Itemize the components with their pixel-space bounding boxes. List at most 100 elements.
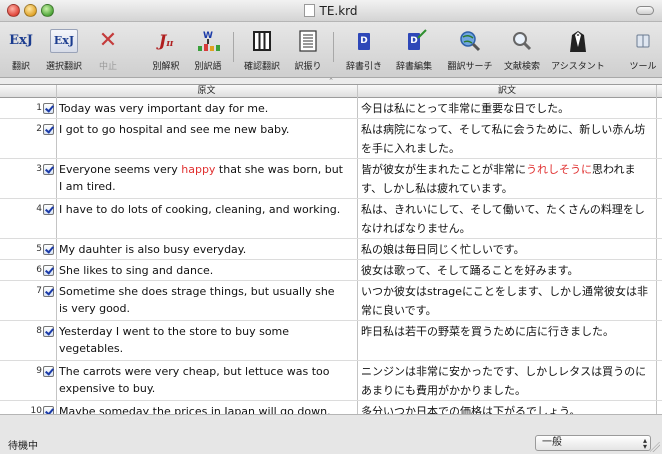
source-text[interactable]: Yesterday I went to the store to buy som… — [59, 323, 299, 357]
target-text[interactable]: 彼女は歌って、そして踊ることを好みます。 — [361, 261, 651, 280]
row-number: 6 — [36, 265, 42, 275]
confirm-columns-icon — [248, 29, 276, 53]
alt-interpretation-button[interactable]: Jɪɪ 別解釈 — [148, 24, 184, 74]
mode-select[interactable]: 一般 ▴ ▾ — [535, 435, 651, 451]
dictionary-lookup-button[interactable]: D 辞書引き — [346, 24, 382, 74]
dictionary-edit-button[interactable]: D 辞書編集 — [396, 24, 432, 74]
alt-word-button[interactable]: W 別訳語 — [190, 24, 226, 74]
split-view-button-label: 訳振り — [294, 62, 322, 72]
dictionary-book-icon: D — [350, 29, 378, 53]
source-text[interactable]: I got to go hospital and see me new baby… — [59, 121, 345, 138]
source-text[interactable]: I have to do lots of cooking, cleaning, … — [59, 201, 345, 218]
target-text[interactable]: 私は、きれいにして、そして働いて、たくさんの料理をしなければなりません。 — [361, 200, 651, 238]
alt-interpretation-icon: Jɪɪ — [158, 31, 174, 50]
row-number: 9 — [36, 366, 42, 376]
target-text[interactable]: 昨日私は若干の野菜を買うために店に行きました。 — [361, 322, 651, 341]
toolbar: ExJ 翻訳 ExJ 選択翻訳 ✕ 中止 Jɪɪ 別解釈 W 別訳語 確認翻訳 … — [0, 22, 662, 78]
table-row[interactable]: 6 She likes to sing and dance. 彼女は歌って、そし… — [0, 261, 662, 281]
app-window: TE.krd ExJ 翻訳 ExJ 選択翻訳 ✕ 中止 Jɪɪ 別解釈 W 別訳… — [0, 0, 662, 454]
row-checkbox[interactable] — [43, 265, 54, 276]
row-number: 1 — [36, 103, 42, 113]
confirm-translation-button[interactable]: 確認翻訳 — [244, 24, 280, 74]
target-text[interactable]: 皆が彼女が生まれたことが非常にうれしそうに思われます、しかし私は疲れています。 — [361, 160, 651, 198]
split-lines-icon — [294, 29, 322, 53]
alt-word-button-label: 別訳語 — [194, 62, 222, 72]
status-text: 待機中 — [8, 441, 38, 452]
tools-button[interactable]: ツール — [626, 24, 660, 74]
text-search-button-label: 文献検索 — [503, 62, 540, 72]
row-number: 5 — [36, 244, 42, 254]
table-row[interactable]: 2 I got to go hospital and see me new ba… — [0, 120, 662, 159]
tools-panel-icon — [629, 29, 657, 53]
row-checkbox[interactable] — [43, 366, 54, 377]
magnifier-icon — [508, 29, 536, 53]
row-checkbox[interactable] — [43, 244, 54, 255]
row-number: 3 — [36, 164, 42, 174]
translation-table: 原文 訳文 1 Today was very important day for… — [0, 84, 662, 414]
window-title-text: TE.krd — [319, 4, 358, 18]
row-number: 8 — [36, 326, 42, 336]
row-checkbox[interactable] — [43, 406, 54, 414]
target-text[interactable]: 今日は私にとって非常に重要な日でした。 — [361, 99, 651, 118]
table-row[interactable]: 10 Maybe someday the prices in Japan wil… — [0, 402, 662, 414]
source-text[interactable]: Maybe someday the prices in Japan will g… — [59, 403, 345, 414]
title-bar: TE.krd — [0, 0, 662, 22]
source-text[interactable]: The carrots were very cheap, but lettuce… — [59, 363, 345, 397]
resize-grip-icon[interactable] — [650, 442, 660, 452]
row-checkbox[interactable] — [43, 124, 54, 135]
table-row[interactable]: 1 Today was very important day for me. 今… — [0, 99, 662, 119]
row-number: 7 — [36, 286, 42, 296]
highlighted-word[interactable]: happy — [181, 163, 215, 176]
exj-select-translate-icon: ExJ — [50, 29, 78, 53]
target-text[interactable]: ニンジンは非常に安かったです、しかしレタスは買うのにあまりにも費用がかかりました… — [361, 362, 651, 400]
split-view-button[interactable]: 訳振り — [292, 24, 324, 74]
source-text[interactable]: Everyone seems very happy that she was b… — [59, 161, 345, 195]
column-header-target[interactable]: 訳文 — [358, 85, 656, 98]
stop-x-icon: ✕ — [98, 28, 118, 53]
row-checkbox[interactable] — [43, 103, 54, 114]
target-text[interactable]: 私の娘は毎日同じく忙しいです。 — [361, 240, 651, 259]
row-number: 10 — [30, 406, 42, 414]
row-checkbox[interactable] — [43, 286, 54, 297]
row-checkbox[interactable] — [43, 204, 54, 215]
mode-select-value: 一般 — [542, 437, 562, 448]
column-header-source[interactable]: 原文 — [56, 85, 357, 98]
document-icon — [304, 4, 316, 17]
text-search-button[interactable]: 文献検索 — [504, 24, 540, 74]
dictionary-edit-button-label: 辞書編集 — [395, 62, 432, 72]
alt-word-icon: W — [194, 29, 222, 53]
status-bar: 待機中 一般 ▴ ▾ — [0, 414, 662, 454]
assistant-button[interactable]: アシスタント — [551, 24, 605, 74]
table-row[interactable]: 9 The carrots were very cheap, but lettu… — [0, 362, 662, 401]
dictionary-edit-icon: D — [400, 29, 428, 53]
table-row[interactable]: 5 My dauhter is also busy everyday. 私の娘は… — [0, 240, 662, 260]
select-translate-button[interactable]: ExJ 選択翻訳 — [44, 24, 84, 74]
exj-translate-icon: ExJ — [9, 33, 33, 48]
translation-search-button[interactable]: 翻訳サーチ — [447, 24, 493, 74]
tools-button-label: ツール — [629, 62, 657, 72]
source-text[interactable]: She likes to sing and dance. — [59, 262, 345, 279]
source-text[interactable]: My dauhter is also busy everyday. — [59, 241, 345, 258]
updown-arrows-icon: ▴ ▾ — [642, 436, 647, 451]
target-text[interactable]: 多分いつか日本での価格は下がるでしょう。 — [361, 402, 651, 414]
globe-search-icon — [456, 29, 484, 53]
toolbar-toggle-button[interactable] — [636, 6, 654, 15]
toolbar-separator — [333, 32, 334, 62]
toolbar-separator — [233, 32, 234, 62]
table-header: 原文 訳文 — [0, 85, 662, 98]
translate-button[interactable]: ExJ 翻訳 — [6, 24, 36, 74]
table-row[interactable]: 4 I have to do lots of cooking, cleaning… — [0, 200, 662, 239]
source-text[interactable]: Today was very important day for me. — [59, 100, 345, 117]
target-text[interactable]: 私は病院になって、そして私に会うために、新しい赤ん坊を手に入れました。 — [361, 120, 651, 158]
row-number: 2 — [36, 124, 42, 134]
highlighted-word[interactable]: うれしそうに — [526, 163, 592, 176]
target-text[interactable]: いつか彼女はstrageにことをします、しかし通常彼女は非常に良いです。 — [361, 282, 651, 320]
table-row[interactable]: 7 Sometime she does strage things, but u… — [0, 282, 662, 321]
row-checkbox[interactable] — [43, 326, 54, 337]
stop-button[interactable]: ✕ 中止 — [90, 24, 126, 74]
table-row[interactable]: 3 Everyone seems very happy that she was… — [0, 160, 662, 199]
assistant-button-label: アシスタント — [551, 62, 605, 72]
table-row[interactable]: 8 Yesterday I went to the store to buy s… — [0, 322, 662, 361]
source-text[interactable]: Sometime she does strage things, but usu… — [59, 283, 345, 317]
row-checkbox[interactable] — [43, 164, 54, 175]
